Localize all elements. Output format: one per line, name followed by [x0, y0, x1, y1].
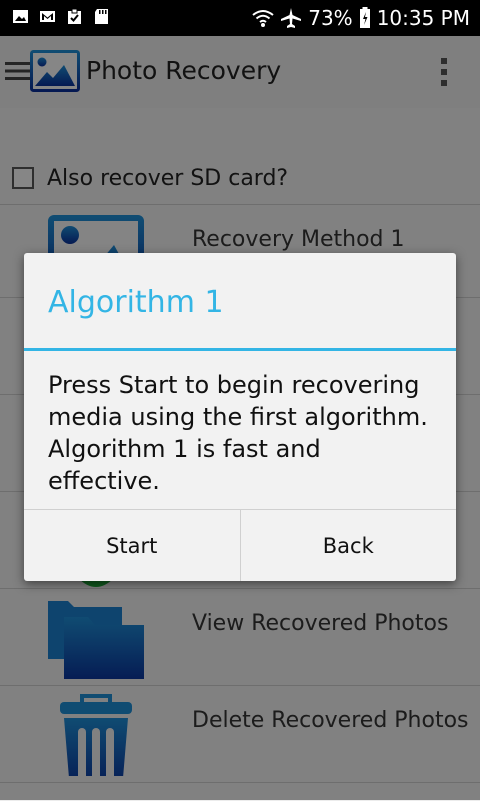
back-button[interactable]: Back — [239, 510, 457, 581]
gmail-icon — [40, 11, 55, 22]
start-button[interactable]: Start — [24, 510, 240, 581]
notification-icons — [12, 8, 110, 25]
wifi-icon — [252, 10, 274, 27]
dialog-divider — [24, 348, 456, 351]
status-bar: 73% 10:35 PM — [0, 0, 480, 36]
system-status: 73% 10:35 PM — [252, 6, 470, 30]
dialog-message: Press Start to begin recovering media us… — [48, 371, 428, 495]
battery-percent: 73% — [308, 6, 353, 30]
image-icon — [13, 10, 28, 23]
clipboard-icon — [68, 8, 81, 24]
dialog-button-bar: Start Back — [24, 509, 456, 581]
battery-icon — [359, 7, 370, 28]
clock: 10:35 PM — [376, 6, 470, 30]
dialog-title: Algorithm 1 — [48, 285, 224, 320]
sd-card-icon — [95, 9, 108, 24]
airplane-icon — [281, 8, 302, 28]
algorithm-dialog: Algorithm 1 Press Start to begin recover… — [24, 253, 456, 581]
